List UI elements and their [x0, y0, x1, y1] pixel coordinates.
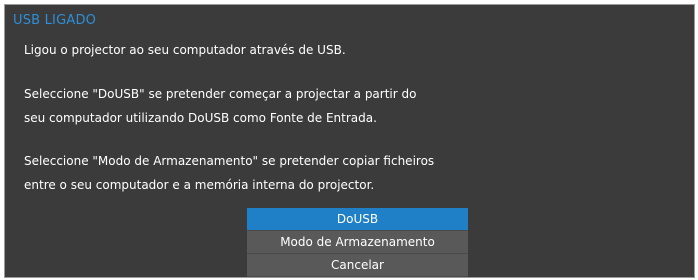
- usb-connected-dialog: USB LIGADO Ligou o projector ao seu comp…: [4, 4, 695, 278]
- screen: USB LIGADO Ligou o projector ao seu comp…: [0, 0, 698, 280]
- cancel-option[interactable]: Cancelar: [247, 254, 468, 277]
- message-line-1: Ligou o projector ao seu computador atra…: [24, 43, 346, 57]
- message-line-3: seu computador utilizando DoUSB como Fon…: [24, 111, 377, 125]
- dousb-option[interactable]: DoUSB: [247, 208, 468, 231]
- message-line-5: entre o seu computador e a memória inter…: [24, 178, 375, 192]
- option-menu: DoUSB Modo de Armazenamento Cancelar: [247, 208, 468, 277]
- dialog-title: USB LIGADO: [13, 13, 97, 28]
- message-line-2: Seleccione "DoUSB" se pretender começar …: [24, 87, 417, 101]
- storage-mode-option[interactable]: Modo de Armazenamento: [247, 231, 468, 254]
- message-line-4: Seleccione "Modo de Armazenamento" se pr…: [24, 154, 435, 168]
